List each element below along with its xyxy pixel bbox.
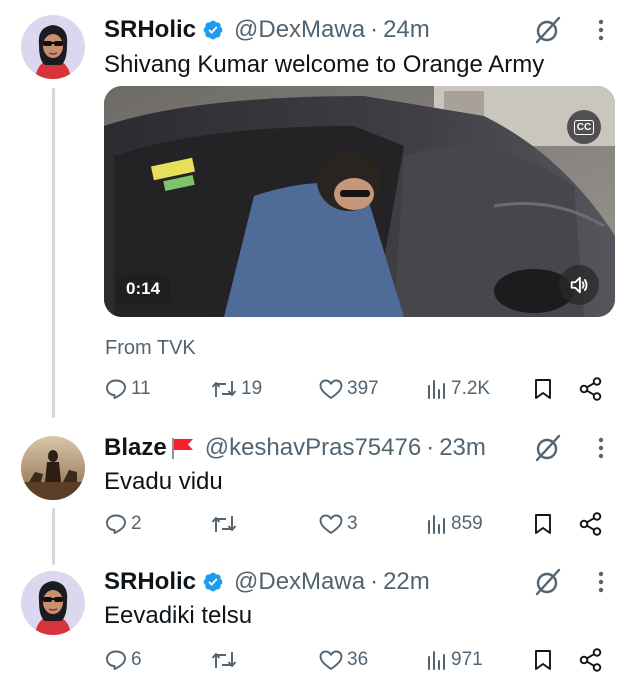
reply-button[interactable]: 11 [104,374,151,404]
grok-icon[interactable] [534,434,562,462]
reply-count: 2 [131,513,142,534]
share-button[interactable] [578,645,604,675]
like-button[interactable]: 36 [318,645,368,675]
like-button[interactable]: 397 [318,374,379,404]
tweet-text: Eevadiki telsu [104,602,253,629]
retweet-icon [211,652,237,668]
display-name[interactable]: Blaze [104,434,167,462]
like-count: 36 [347,649,369,670]
reply-icon [106,379,126,399]
more-options-icon[interactable] [594,436,608,460]
tweet[interactable]: Blaze @keshavPras75476 · 23m Evadu vidu … [0,430,635,550]
separator-dot: · [370,568,379,595]
media-source[interactable]: From TVK [105,337,196,360]
separator-dot: · [426,434,435,461]
tweet-text: Shivang Kumar welcome to Orange Army [104,51,545,78]
tweet-header: SRHolic @DexMawa · 24m [104,12,430,48]
share-icon [579,512,602,536]
views-count: 971 [451,649,483,670]
avatar[interactable] [21,571,85,635]
avatar[interactable] [21,15,85,79]
captions-button[interactable]: CC [567,110,601,144]
like-count: 3 [347,513,358,534]
handle[interactable]: @DexMawa [234,16,365,44]
video-duration: 0:14 [116,274,171,304]
video-thumbnail [104,86,615,317]
retweet-button[interactable] [210,509,241,539]
avatar[interactable] [21,436,85,500]
views-icon [428,380,445,399]
share-button[interactable] [578,509,604,539]
retweet-button[interactable] [210,645,241,675]
tweet[interactable]: SRHolic @DexMawa · 22m Eevadiki telsu 6 … [0,564,635,680]
reply-icon [106,650,126,670]
timestamp[interactable]: 22m [383,568,430,596]
reply-count: 11 [131,378,151,399]
retweet-icon [211,381,237,397]
handle[interactable]: @keshavPras75476 [205,434,422,462]
tweet-header: SRHolic @DexMawa · 22m [104,564,430,600]
tweet-actions: 6 36 971 [104,645,614,675]
timestamp[interactable]: 23m [439,434,486,462]
handle[interactable]: @DexMawa [234,568,365,596]
bookmark-icon [535,379,551,399]
timestamp[interactable]: 24m [383,16,430,44]
verified-badge-icon [202,19,224,41]
views-button[interactable]: 859 [426,509,483,539]
bookmark-icon [535,650,551,670]
bookmark-button[interactable] [532,374,554,404]
reply-icon [106,514,126,534]
views-count: 859 [451,513,483,534]
bookmark-button[interactable] [532,645,554,675]
more-options-icon[interactable] [594,18,608,42]
tweet[interactable]: SRHolic @DexMawa · 24m Shivang Kumar wel… [0,12,635,412]
volume-icon[interactable] [559,265,599,305]
like-icon [319,650,343,670]
display-name[interactable]: SRHolic [104,16,196,44]
share-icon [579,648,602,672]
views-icon [428,651,445,670]
flag-icon [169,436,195,460]
retweet-count: 19 [241,378,263,399]
bookmark-icon [535,514,551,534]
reply-count: 6 [131,649,142,670]
like-icon [319,514,343,534]
like-button[interactable]: 3 [318,509,358,539]
views-button[interactable]: 7.2K [426,374,490,404]
display-name[interactable]: SRHolic [104,568,196,596]
like-icon [319,379,343,399]
tweet-actions: 11 19 397 7.2K [104,374,614,404]
reply-button[interactable]: 6 [104,645,142,675]
tweet-actions: 2 3 859 [104,509,614,539]
tweet-text: Evadu vidu [104,468,223,495]
grok-icon[interactable] [534,16,562,44]
views-count: 7.2K [451,378,491,399]
verified-badge-icon [202,571,224,593]
tweet-header: Blaze @keshavPras75476 · 23m [104,430,486,466]
video-player[interactable]: CC 0:14 [104,86,615,317]
grok-icon[interactable] [534,568,562,596]
bookmark-button[interactable] [532,509,554,539]
more-options-icon[interactable] [594,570,608,594]
share-button[interactable] [578,374,604,404]
retweet-icon [211,516,237,532]
retweet-button[interactable]: 19 [210,374,262,404]
share-icon [579,377,602,401]
reply-button[interactable]: 2 [104,509,142,539]
views-icon [428,515,445,534]
views-button[interactable]: 971 [426,645,483,675]
separator-dot: · [370,16,379,43]
like-count: 397 [347,378,379,399]
